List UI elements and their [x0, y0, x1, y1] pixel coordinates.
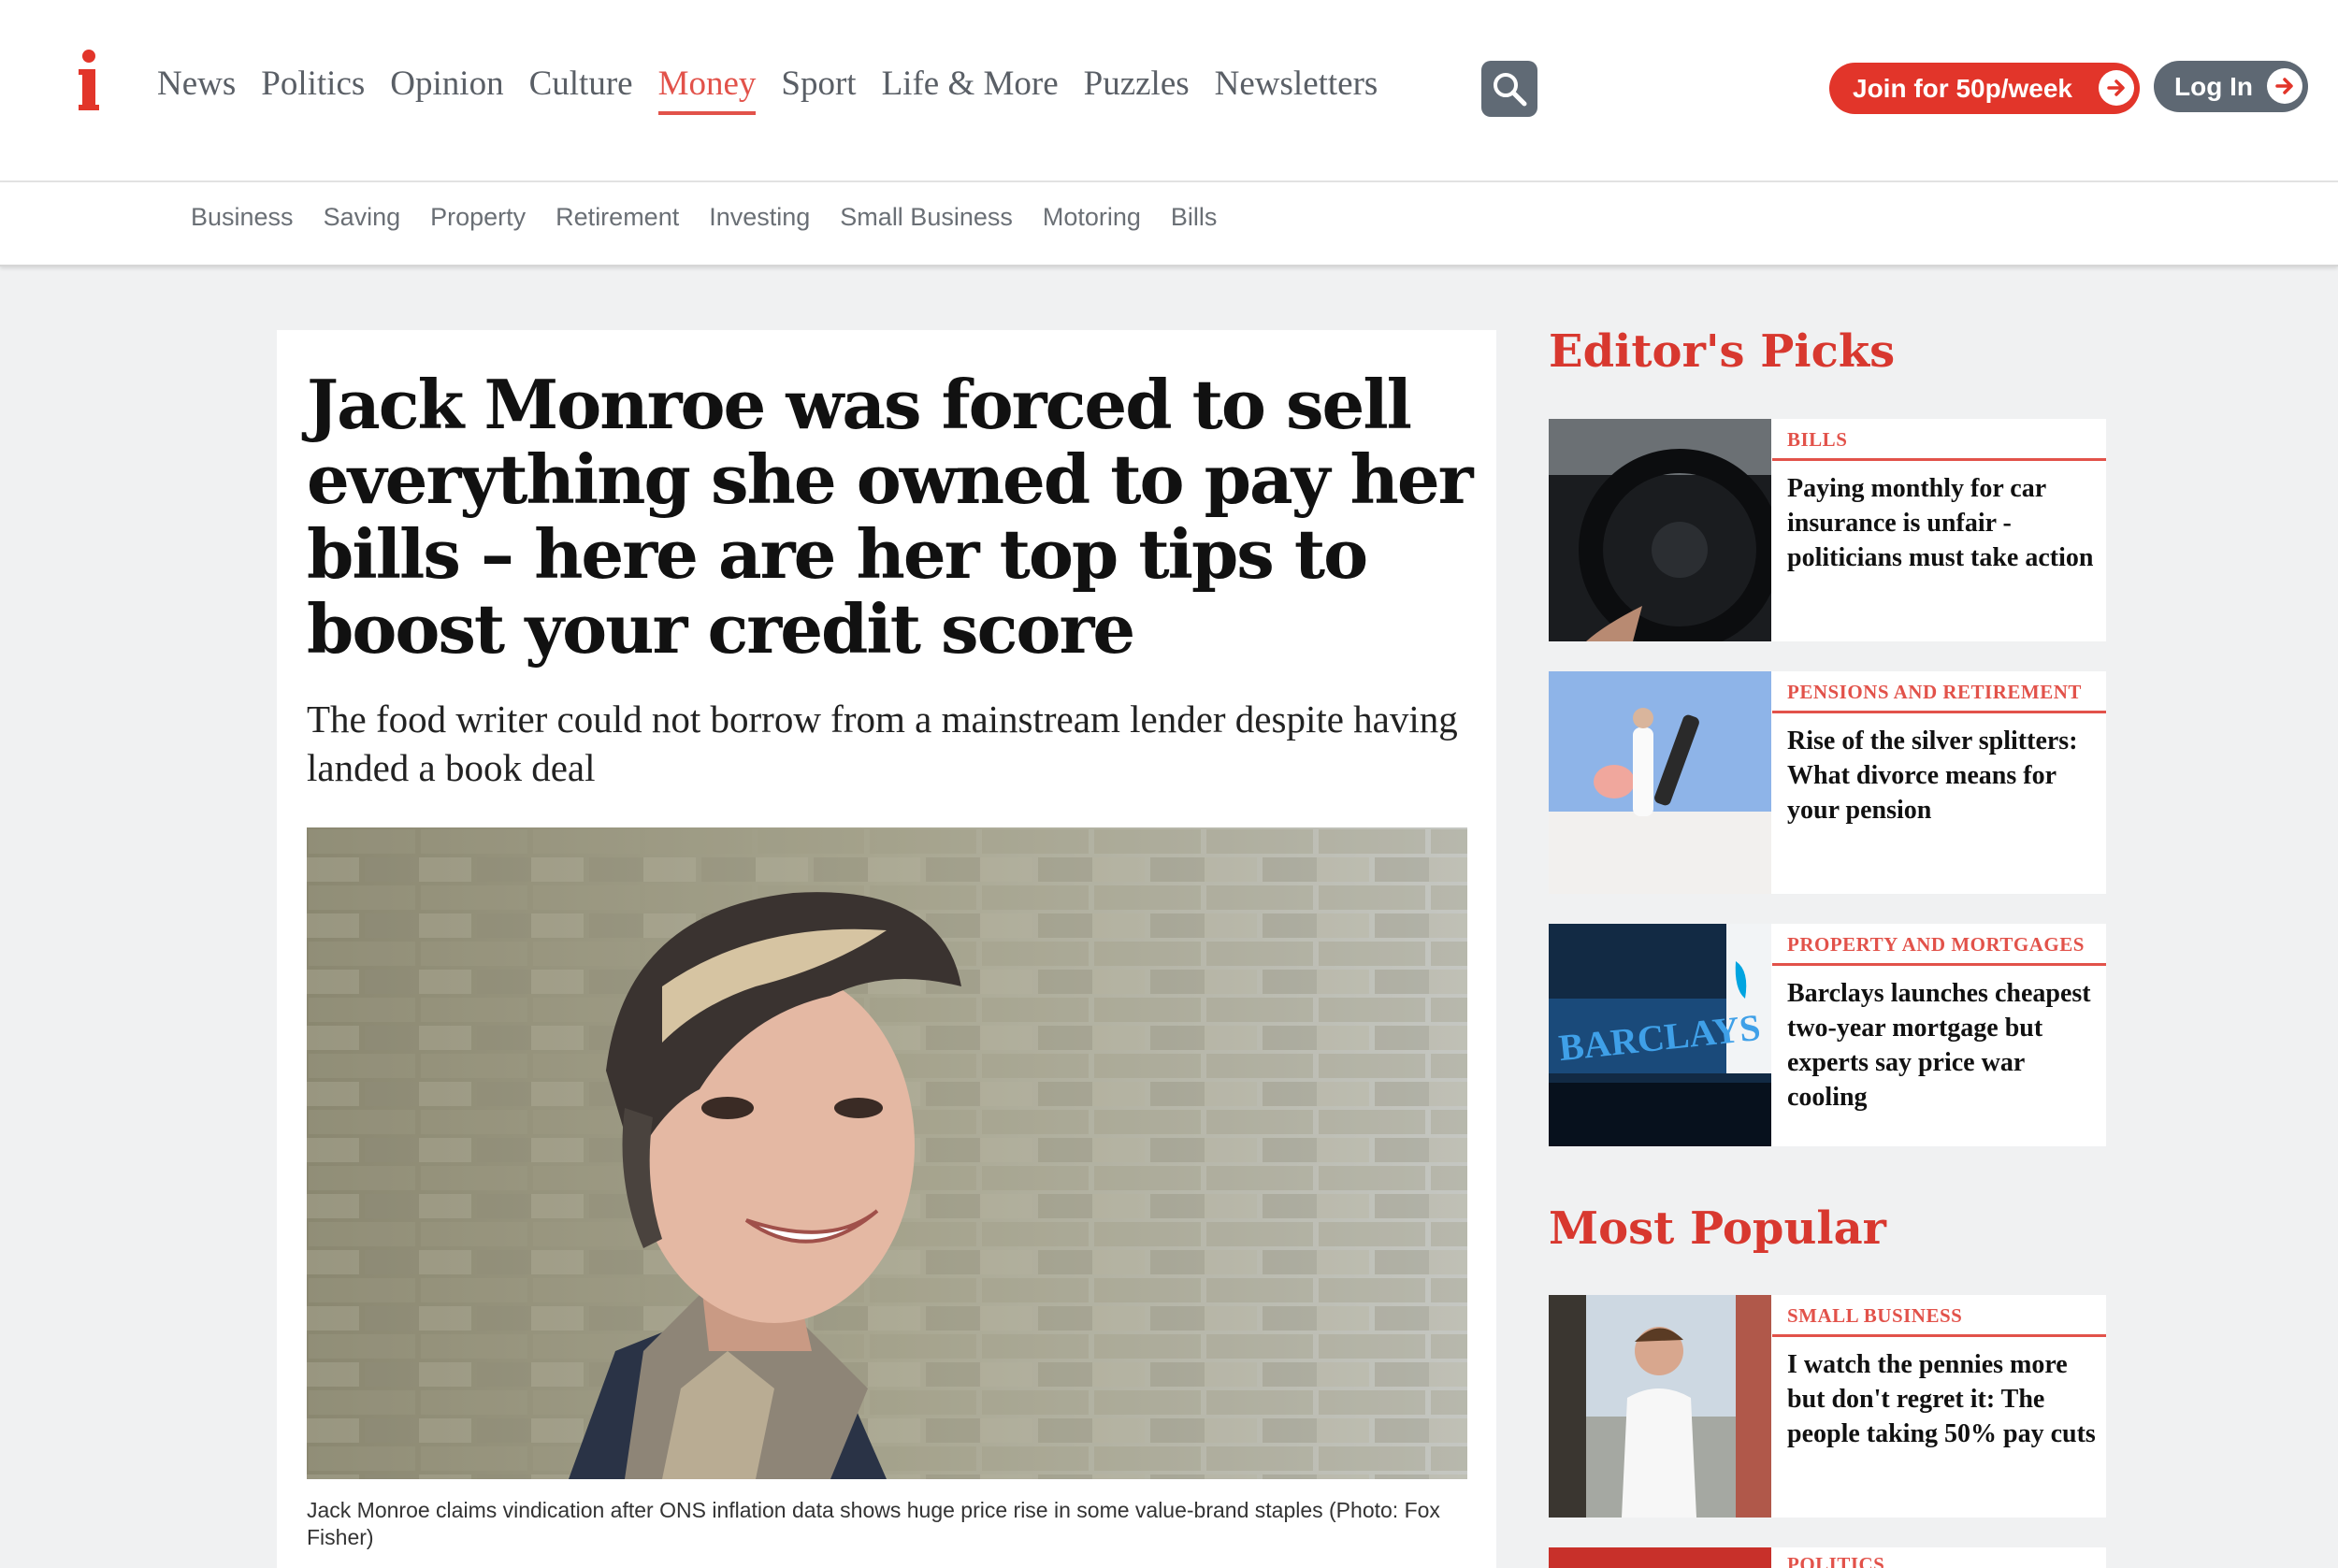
search-icon — [1494, 73, 1527, 107]
arrow-right-icon — [2099, 70, 2134, 106]
top-navigation-bar: News Politics Opinion Culture Money Spor… — [0, 0, 2338, 182]
nav-opinion[interactable]: Opinion — [390, 64, 503, 115]
card-title[interactable]: Paying monthly for car insurance is unfa… — [1787, 471, 2096, 575]
nav-sport[interactable]: Sport — [781, 64, 856, 115]
nav-life-and-more[interactable]: Life & More — [882, 64, 1059, 115]
subnav-bills[interactable]: Bills — [1171, 203, 1218, 232]
man-on-beach-thumbnail — [1549, 1295, 1771, 1518]
hero-image[interactable] — [307, 827, 1467, 1479]
car-steering-wheel-thumbnail — [1549, 419, 1771, 641]
article-main: Jack Monroe was forced to sell everythin… — [277, 330, 1496, 1568]
card-divider — [1772, 711, 2106, 713]
nav-news[interactable]: News — [157, 64, 236, 115]
subnav-small-business[interactable]: Small Business — [840, 203, 1013, 232]
subnav-property[interactable]: Property — [430, 203, 526, 232]
card-category-tag: POLITICS — [1787, 1553, 1885, 1568]
most-popular-heading: Most Popular — [1549, 1202, 1886, 1255]
barclays-sign-thumbnail: BARCLAYS — [1549, 924, 1771, 1146]
wedding-cake-thumbnail — [1549, 671, 1771, 894]
arrow-right-icon — [2267, 68, 2302, 104]
card-title[interactable]: Barclays launches cheapest two-year mort… — [1787, 976, 2096, 1115]
most-popular-card[interactable]: SMALL BUSINESS I watch the pennies more … — [1549, 1295, 2106, 1518]
most-popular-card[interactable]: POLITICS — [1549, 1547, 2106, 1568]
join-subscribe-button[interactable]: Join for 50p/week — [1829, 63, 2140, 114]
card-category-tag: PROPERTY AND MORTGAGES — [1787, 933, 2085, 956]
join-label: Join for 50p/week — [1853, 73, 2072, 103]
nav-money[interactable]: Money — [657, 64, 757, 115]
subnav-saving[interactable]: Saving — [324, 203, 401, 232]
search-button[interactable] — [1481, 61, 1537, 117]
editors-picks-heading: Editor's Picks — [1549, 325, 1896, 378]
portrait-photo — [307, 827, 1467, 1479]
site-logo[interactable] — [77, 49, 101, 112]
editors-pick-card[interactable]: BARCLAYS PROPERTY AND MORTGAGES Barclays… — [1549, 924, 2106, 1146]
card-title[interactable]: Rise of the silver splitters: What divor… — [1787, 724, 2096, 827]
nav-puzzles[interactable]: Puzzles — [1084, 64, 1190, 115]
nav-culture[interactable]: Culture — [529, 64, 633, 115]
nav-newsletters[interactable]: Newsletters — [1215, 64, 1378, 115]
card-divider — [1772, 963, 2106, 966]
subnav-business[interactable]: Business — [191, 203, 294, 232]
article-thumbnail — [1549, 1547, 1771, 1568]
card-divider — [1772, 1334, 2106, 1337]
subnav-investing[interactable]: Investing — [709, 203, 810, 232]
card-title[interactable]: I watch the pennies more but don't regre… — [1787, 1347, 2096, 1451]
card-category-tag: SMALL BUSINESS — [1787, 1304, 1963, 1327]
subnav-retirement[interactable]: Retirement — [556, 203, 679, 232]
editors-pick-card[interactable]: BILLS Paying monthly for car insurance i… — [1549, 419, 2106, 641]
login-label: Log In — [2174, 71, 2253, 101]
main-nav: News Politics Opinion Culture Money Spor… — [157, 64, 1403, 115]
nav-politics[interactable]: Politics — [261, 64, 365, 115]
article-headline: Jack Monroe was forced to sell everythin… — [307, 365, 1474, 669]
card-category-tag: PENSIONS AND RETIREMENT — [1787, 681, 2082, 703]
money-sub-navigation: Business Saving Property Retirement Inve… — [0, 182, 2338, 266]
card-divider — [1772, 458, 2106, 461]
card-category-tag: BILLS — [1787, 428, 1848, 451]
login-button[interactable]: Log In — [2154, 61, 2308, 112]
subnav-motoring[interactable]: Motoring — [1043, 203, 1141, 232]
article-standfirst: The food writer could not borrow from a … — [307, 698, 1458, 789]
editors-pick-card[interactable]: PENSIONS AND RETIREMENT Rise of the silv… — [1549, 671, 2106, 894]
image-caption: Jack Monroe claims vindication after ONS… — [307, 1498, 1440, 1549]
